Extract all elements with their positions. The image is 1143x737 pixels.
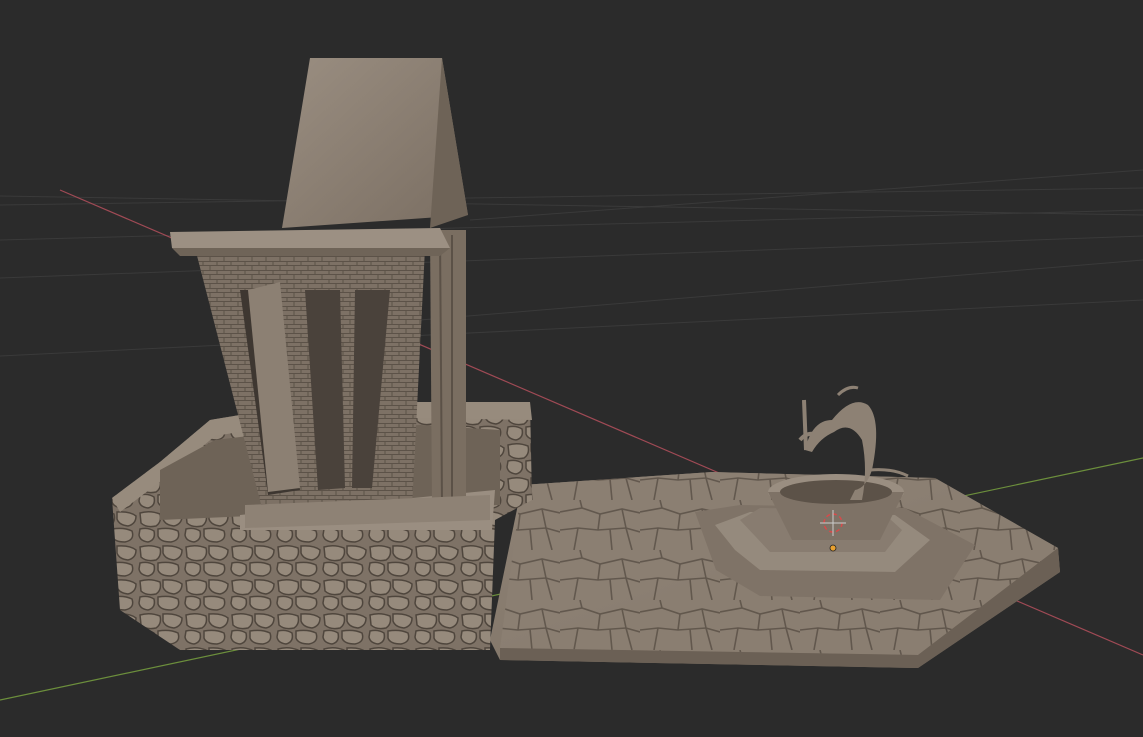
object-origin-icon: [829, 544, 837, 552]
3d-viewport[interactable]: [0, 0, 1143, 737]
